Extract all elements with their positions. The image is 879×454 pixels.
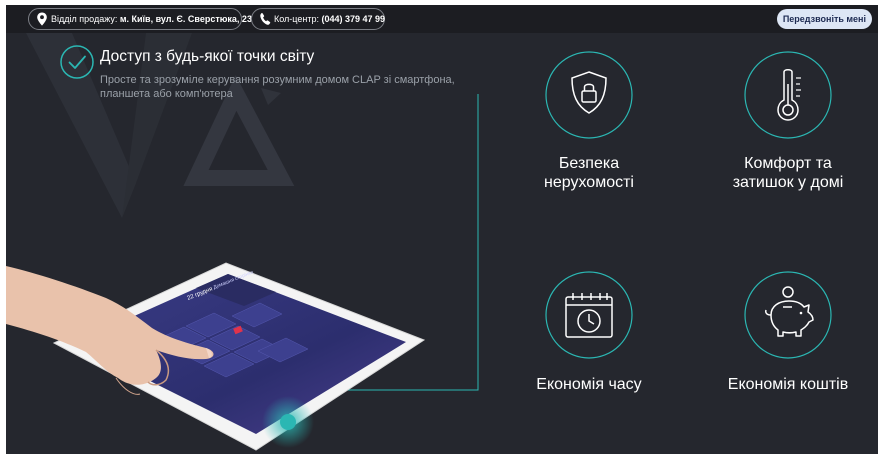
check-circle-icon [60, 45, 94, 79]
benefit-money-line1: Економія коштів [727, 376, 849, 393]
benefit-security-line1: Безпека [558, 155, 620, 172]
callcenter-phone[interactable]: (044) 379 47 99 [321, 14, 385, 24]
tablet-illustration: 22 грудня Домашня сторінка [6, 262, 426, 451]
benefit-comfort-line2: затишок у домі [732, 174, 844, 191]
benefit-time-line1: Економія часу [536, 376, 642, 393]
phone-icon [260, 13, 271, 25]
shield-lock-icon [545, 51, 633, 139]
benefit-comfort-line1: Комфорт та [744, 155, 832, 172]
benefit-money-label: Економія коштів [698, 375, 878, 394]
thermometer-icon [744, 51, 832, 139]
piggy-bank-icon [744, 271, 832, 359]
benefit-security-line2: нерухомості [544, 174, 634, 191]
benefit-comfort-label: Комфорт та затишок у домі [698, 154, 878, 192]
callback-button[interactable]: Передзвоніть мені [776, 9, 872, 29]
sales-address-pill: Відділ продажу: м. Київ, вул. Є. Сверстю… [28, 8, 252, 30]
hero-section: Доступ з будь-якої точки світу Просте та… [6, 33, 878, 454]
sales-label: Відділ продажу: [51, 14, 118, 24]
page: Відділ продажу: м. Київ, вул. Є. Сверстю… [0, 0, 879, 454]
sales-address: м. Київ, вул. Є. Сверстюка, 23 [119, 14, 252, 24]
callcenter-label: Кол-центр: [274, 14, 319, 24]
calendar-clock-icon [545, 271, 633, 359]
benefit-time-label: Економія часу [499, 375, 679, 394]
feature-title: Доступ з будь-якої точки світу [100, 48, 315, 65]
benefit-security-label: Безпека нерухомості [499, 154, 679, 192]
location-pin-icon [37, 12, 47, 26]
feature-description: Просте та зрозуміле керування розумним д… [100, 74, 455, 100]
top-bar: Відділ продажу: м. Київ, вул. Є. Сверстю… [6, 5, 878, 33]
callcenter-pill[interactable]: Кол-центр: (044) 379 47 99 [251, 8, 385, 30]
